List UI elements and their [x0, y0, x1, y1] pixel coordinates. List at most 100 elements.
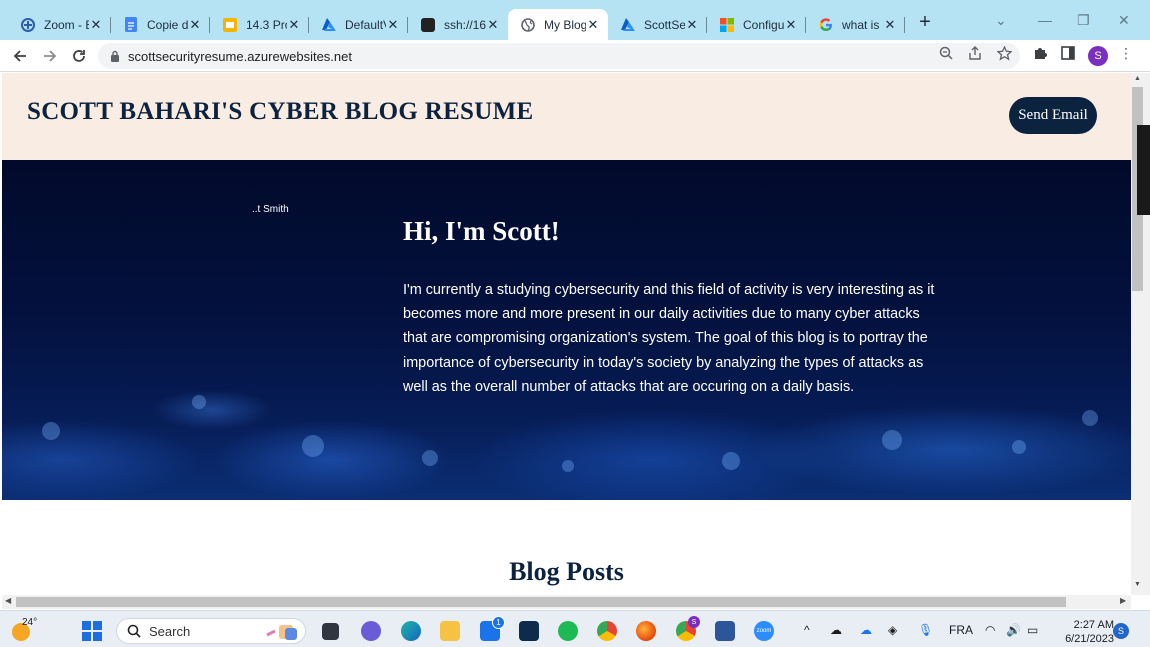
browser-tab-my-blog[interactable]: My Blog ✕: [508, 9, 608, 40]
browser-tab-azure[interactable]: DefaultV ✕: [309, 9, 408, 40]
taskbar-search[interactable]: Search: [116, 618, 306, 644]
file-explorer-icon[interactable]: [440, 621, 460, 641]
start-button[interactable]: [82, 621, 102, 641]
browser-tab-configure[interactable]: Configur ✕: [707, 9, 806, 40]
close-tab-icon[interactable]: ✕: [784, 17, 798, 32]
url-text[interactable]: scottsecurityresume.azurewebsites.net: [128, 49, 352, 64]
system-clock[interactable]: 2:27 AM 6/21/2023: [1052, 618, 1114, 646]
browser-menu-icon[interactable]: ⋮: [1118, 45, 1134, 61]
zoom-magnifier-icon[interactable]: [938, 45, 954, 61]
close-tab-icon[interactable]: ✕: [89, 17, 103, 32]
scroll-down-arrow-icon[interactable]: ▼: [1132, 581, 1143, 588]
bokeh-light: [1012, 440, 1026, 454]
bokeh-light: [302, 435, 324, 457]
side-panel-icon[interactable]: [1060, 45, 1076, 61]
browser-tab-scottsec[interactable]: ScottSec ✕: [608, 9, 707, 40]
tab-title: ScottSec: [644, 17, 685, 32]
chrome-icon[interactable]: [597, 621, 617, 641]
windows-logo-tile: [93, 621, 102, 630]
volume-icon[interactable]: 🔊: [1006, 623, 1021, 637]
browser-tab-slides[interactable]: 14.3 Prot ✕: [210, 9, 309, 40]
scroll-left-arrow-icon[interactable]: ◀: [5, 596, 11, 605]
close-tab-icon[interactable]: ✕: [188, 17, 202, 32]
close-tab-icon[interactable]: ✕: [586, 17, 600, 32]
address-bar[interactable]: scottsecurityresume.azurewebsites.net: [98, 43, 1020, 69]
onedrive-icon[interactable]: ☁: [860, 623, 872, 637]
tab-title: Copie de: [147, 17, 188, 32]
close-tab-icon[interactable]: ✕: [486, 17, 500, 32]
site-header: SCOTT BAHARI'S CYBER BLOG RESUME Send Em…: [2, 73, 1131, 160]
docs-icon: [123, 17, 139, 33]
back-arrow-icon[interactable]: [10, 46, 30, 66]
tab-title: Zoom - E: [44, 17, 89, 32]
tab-title: what is a: [842, 17, 883, 32]
dropbox-icon[interactable]: ◈: [888, 623, 897, 637]
close-window-button[interactable]: ✕: [1118, 12, 1130, 29]
browser-toolbar: scottsecurityresume.azurewebsites.net ⋮: [0, 40, 1150, 72]
azure-icon: [620, 17, 636, 33]
restore-window-button[interactable]: ❐: [1077, 12, 1090, 29]
close-tab-icon[interactable]: ✕: [386, 17, 400, 32]
hero-section: ..t Smith Hi, I'm Scott! I'm currently a…: [2, 160, 1131, 500]
bokeh-light: [562, 460, 574, 472]
bokeh-light: [42, 422, 60, 440]
wifi-icon[interactable]: ◠: [985, 623, 995, 637]
battery-icon[interactable]: ▭: [1027, 623, 1038, 637]
close-tab-icon[interactable]: ✕: [685, 17, 699, 32]
google-icon: [818, 17, 834, 33]
network-drive-icon[interactable]: ☁: [830, 623, 842, 637]
bokeh-light: [192, 395, 206, 409]
windows-logo-tile: [82, 621, 91, 630]
input-language[interactable]: FRA: [949, 623, 973, 637]
new-tab-button[interactable]: +: [916, 12, 934, 32]
clock-date: 6/21/2023: [1065, 633, 1114, 645]
browser-tab-zoom[interactable]: Zoom - E ✕: [8, 9, 111, 40]
teams-chat-icon[interactable]: [361, 621, 381, 641]
weather-temperature: 24°: [22, 617, 38, 628]
slides-icon: [222, 17, 238, 33]
horizontal-scrollbar[interactable]: ◀ ▶: [2, 595, 1131, 609]
edge-icon[interactable]: [401, 621, 421, 641]
search-highlight-icon: [266, 625, 297, 640]
horizontal-scroll-thumb[interactable]: [16, 597, 1066, 607]
close-tab-icon[interactable]: ✕: [287, 17, 301, 32]
minimize-window-button[interactable]: —: [1038, 12, 1052, 28]
scroll-right-arrow-icon[interactable]: ▶: [1120, 596, 1126, 605]
reload-icon[interactable]: [69, 46, 89, 66]
close-tab-icon[interactable]: ✕: [883, 17, 897, 32]
show-hidden-icons-chevron-icon[interactable]: ^: [804, 623, 810, 637]
spotify-icon[interactable]: [558, 621, 578, 641]
bokeh-light: [422, 450, 438, 466]
windows-logo-tile: [82, 632, 91, 641]
microphone-icon[interactable]: 🎙: [918, 623, 933, 637]
adjacent-window-edge: [1137, 125, 1150, 215]
browser-tab-ssh[interactable]: ssh://16 ✕: [408, 9, 508, 40]
word-icon[interactable]: [715, 621, 735, 641]
browser-tab-docs[interactable]: Copie de ✕: [111, 9, 210, 40]
send-email-button[interactable]: Send Email: [1009, 97, 1097, 134]
security-app-icon[interactable]: [519, 621, 539, 641]
forward-arrow-icon[interactable]: [40, 46, 60, 66]
zoom-app-icon[interactable]: zoom: [754, 621, 774, 641]
windows-taskbar: 24° Search 1 S zoom ^ ☁ ☁ ◈ 🎙 FRA ◠ 🔊 ▭ …: [0, 610, 1150, 647]
bokeh-light: [722, 452, 740, 470]
tab-search-chevron-icon[interactable]: ⌄: [995, 12, 1007, 29]
bookmark-star-icon[interactable]: [996, 45, 1012, 61]
zoom-icon: [20, 17, 36, 33]
share-icon[interactable]: [967, 45, 983, 61]
page-viewport: SCOTT BAHARI'S CYBER BLOG RESUME Send Em…: [2, 73, 1131, 595]
firefox-icon[interactable]: [636, 621, 656, 641]
lock-icon[interactable]: [110, 50, 120, 62]
tab-title: 14.3 Prot: [246, 17, 287, 32]
task-view-icon[interactable]: [322, 623, 339, 640]
weather-widget[interactable]: 24°: [10, 617, 38, 643]
browser-tab-google[interactable]: what is a ✕: [806, 9, 905, 40]
search-icon: [127, 624, 141, 638]
browser-tab-strip: Zoom - E ✕ Copie de ✕ 14.3 Prot ✕ Defaul…: [0, 0, 1150, 40]
scroll-up-arrow-icon[interactable]: ▲: [1132, 75, 1143, 82]
mail-badge: 1: [492, 616, 505, 629]
notification-badge[interactable]: S: [1113, 623, 1129, 639]
hero-heading: Hi, I'm Scott!: [403, 216, 560, 246]
profile-avatar[interactable]: S: [1088, 46, 1108, 66]
extensions-puzzle-icon[interactable]: [1032, 45, 1048, 61]
